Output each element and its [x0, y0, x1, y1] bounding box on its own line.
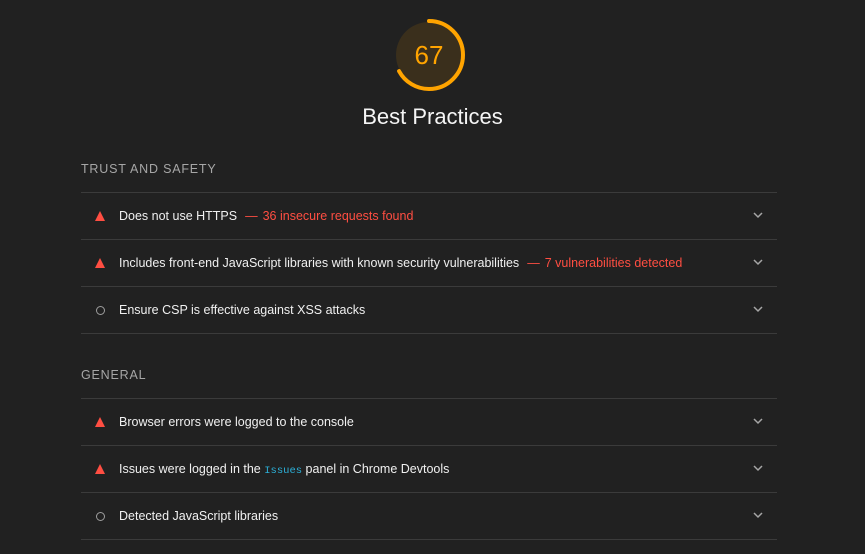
group-title: GENERAL — [81, 368, 147, 382]
chevron-down-icon[interactable] — [753, 211, 763, 219]
info-circle-icon — [95, 305, 105, 315]
score-gauge: 67 — [393, 19, 465, 91]
audit-separator: — — [527, 256, 540, 270]
audit-js-libraries[interactable]: Detected JavaScript libraries — [81, 492, 777, 540]
audit-title-suffix: panel in Chrome Devtools — [305, 461, 450, 476]
warning-triangle-icon — [95, 417, 105, 427]
audit-console-errors[interactable]: Browser errors were logged to the consol… — [81, 398, 777, 445]
audit-title: Browser errors were logged to the consol… — [119, 415, 354, 429]
chevron-down-icon[interactable] — [753, 417, 763, 425]
warning-triangle-icon — [95, 464, 105, 474]
warning-triangle-icon — [95, 211, 105, 221]
audit-display-value: 36 insecure requests found — [262, 209, 414, 223]
audit-title: Ensure CSP is effective against XSS atta… — [119, 303, 366, 317]
audit-title-prefix: Issues were logged in the — [119, 461, 261, 476]
chevron-down-icon[interactable] — [753, 464, 763, 472]
audit-vulnerable-libraries[interactable]: Includes front-end JavaScript libraries … — [81, 239, 777, 286]
warning-triangle-icon — [95, 258, 105, 268]
audit-issues-panel[interactable]: Issues were logged in the Issues panel i… — [81, 445, 777, 492]
audit-display-value: 7 vulnerabilities detected — [544, 256, 683, 270]
audit-does-not-use-https[interactable]: Does not use HTTPS — 36 insecure request… — [81, 192, 777, 239]
chevron-down-icon[interactable] — [753, 305, 763, 313]
chevron-down-icon[interactable] — [753, 511, 763, 519]
group-trust-and-safety: TRUST AND SAFETY Does not use HTTPS — 36… — [81, 158, 777, 334]
chevron-down-icon[interactable] — [753, 258, 763, 266]
lighthouse-report: 67 Best Practices TRUST AND SAFETY Does … — [0, 0, 865, 554]
group-general: GENERAL Browser errors were logged to th… — [81, 364, 777, 540]
info-circle-icon — [95, 511, 105, 521]
audit-csp-xss[interactable]: Ensure CSP is effective against XSS atta… — [81, 286, 777, 334]
audit-title: Includes front-end JavaScript libraries … — [119, 256, 520, 270]
issues-code-label: Issues — [264, 464, 303, 477]
score-value: 67 — [414, 40, 444, 70]
audit-separator: — — [245, 209, 258, 223]
audit-title: Issues were logged in the Issues panel i… — [119, 462, 449, 477]
audit-title: Does not use HTTPS — [119, 209, 238, 223]
category-title: Best Practices — [362, 104, 503, 129]
audit-title: Detected JavaScript libraries — [119, 509, 279, 523]
group-title: TRUST AND SAFETY — [81, 162, 217, 176]
